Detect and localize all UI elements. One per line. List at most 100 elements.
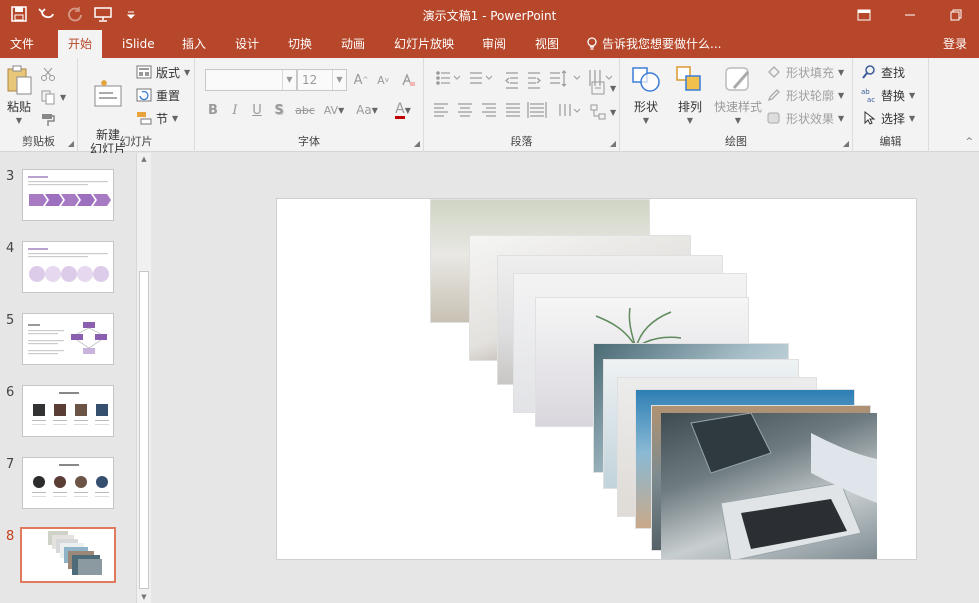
ribbon-display-options-icon[interactable] [841,0,887,30]
slide-number: 4 [6,241,15,256]
clipboard-group-label: 剪贴板 [22,135,55,148]
paste-dropdown-icon[interactable]: ▼ [4,114,34,128]
quick-styles-button[interactable]: 快速样式 ▼ [712,64,764,128]
scissors-icon [41,67,55,81]
tell-me-box[interactable]: 告诉我您想要做什么... [586,30,721,58]
ribbon-tabs: 文件 开始 iSlide 插入 设计 切换 动画 幻灯片放映 审阅 视图 告诉我… [0,30,979,58]
tab-file[interactable]: 文件 [0,30,44,58]
tab-insert[interactable]: 插入 [172,30,216,58]
clear-formatting-icon [402,73,415,86]
shrink-font-icon: A [377,73,385,87]
font-name-combo[interactable]: ▼ [205,69,297,91]
editing-group-label: 编辑 [879,135,902,148]
lightbulb-icon [587,37,597,50]
font-launcher-icon[interactable]: ◢ [414,139,420,148]
new-slide-icon [94,80,122,107]
drawing-launcher-icon[interactable]: ◢ [843,139,849,148]
format-painter-button[interactable] [40,110,56,130]
tab-slideshow[interactable]: 幻灯片放映 [384,30,464,58]
text-shadow-button[interactable]: S [270,100,288,120]
align-text-button[interactable]: ▼ [590,78,616,98]
strikethrough-button[interactable]: abc [292,100,318,120]
window-controls [841,0,979,30]
shape-outline-label: 形状轮廓 [786,88,835,103]
bold-button[interactable]: B [204,100,222,120]
replace-label: 替换 [881,88,906,103]
slide-number: 3 [6,169,15,184]
tab-review[interactable]: 审阅 [472,30,516,58]
thumbnail-scrollbar[interactable]: ▲ ▼ [136,153,151,603]
shrink-font-button[interactable]: Av [374,70,392,90]
tab-animations[interactable]: 动画 [331,30,375,58]
shape-outline-button[interactable]: 形状轮廓 ▼ [766,85,844,105]
font-group-label: 字体 [298,135,320,148]
paste-label: 粘贴 [6,100,31,114]
svg-text:ab: ab [861,88,870,96]
section-button[interactable]: 节 ▼ [136,108,178,128]
section-label: 节 [156,111,169,126]
collapse-ribbon-icon[interactable]: ^ [965,137,973,147]
shape-effects-button[interactable]: 形状效果 ▼ [766,108,844,128]
align-text-icon [591,81,605,95]
slide-thumbnails-panel: 3 4 5 6 7 8 [0,153,152,603]
convert-smartart-button[interactable]: ▼ [590,102,616,122]
photo-laptops-handshake[interactable] [661,412,877,559]
copy-button[interactable]: ▼ [40,87,66,107]
sign-in-link[interactable]: 登录 [943,30,967,58]
layout-button[interactable]: 版式 ▼ [136,62,190,82]
reset-label: 重置 [156,88,181,103]
editing-group: 查找 ab ac 替换 ▼ 选择 ▼ 编辑 [853,58,929,152]
window-title: 演示文稿1 - PowerPoint [422,9,557,23]
change-case-button[interactable]: Aa ▼ [351,100,383,120]
shape-effects-icon [767,112,780,124]
paragraph-launcher-icon[interactable]: ◢ [610,139,616,148]
paste-button[interactable]: 粘贴 ▼ [4,64,34,128]
font-color-button[interactable]: A ▼ [389,100,417,120]
character-spacing-button[interactable]: AV ▼ [319,100,349,120]
scroll-up-icon[interactable]: ▲ [137,153,151,165]
grow-font-button[interactable]: A ^ [352,70,370,90]
select-button[interactable]: 选择 ▼ [861,108,915,128]
slide-number: 8 [6,529,15,544]
arrange-button[interactable]: 排列 ▼ [670,64,710,128]
paragraph-group: ▼ ▼ 段落 ◢ [424,58,620,152]
scroll-down-icon[interactable]: ▼ [137,591,151,603]
font-color-icon: A [395,100,405,119]
find-label: 查找 [881,65,906,80]
drawing-group: 形状 ▼ 排列 ▼ 快速样式 ▼ 形状填充 ▼ 形状轮廓 ▼ 形状效果 ▼ 绘图 ◢ [620,58,853,152]
tab-transitions[interactable]: 切换 [278,30,322,58]
slide-preview [22,241,114,293]
clear-formatting-button[interactable] [398,70,418,90]
font-group: ▼ 12 ▼ A ^ Av B I U S abc AV ▼ Aa ▼ A ▼ 字体 ◢ [195,58,424,152]
scrollbar-thumb[interactable] [139,271,149,589]
tab-islide[interactable]: iSlide [112,30,165,58]
clipboard-launcher-icon[interactable]: ◢ [68,139,74,148]
shape-fill-button[interactable]: 形状填充 ▼ [766,62,844,82]
slide-canvas[interactable] [276,198,917,560]
restore-icon[interactable] [933,0,979,30]
smartart-icon [590,104,606,120]
shapes-button[interactable]: 形状 ▼ [626,64,666,128]
slide-preview [22,385,114,437]
drawing-group-label: 绘图 [725,135,747,148]
reset-button[interactable]: 重置 [136,85,180,105]
shapes-icon [632,67,660,92]
tab-view[interactable]: 视图 [525,30,569,58]
font-size-dropdown-icon[interactable]: ▼ [332,70,346,90]
font-size-combo[interactable]: 12 ▼ [297,69,347,91]
format-painter-icon [42,114,55,126]
clipboard-group: 粘贴 ▼ ▼ 剪贴板 ◢ [0,58,78,152]
search-icon [862,65,875,79]
italic-button[interactable]: I [226,100,244,120]
find-button[interactable]: 查找 [861,62,905,82]
layout-icon [136,65,152,79]
slides-group-label: 幻灯片 [119,135,153,148]
slide-preview [22,169,114,221]
replace-button[interactable]: ab ac 替换 ▼ [861,85,915,105]
tab-home[interactable]: 开始 [58,30,103,58]
font-name-dropdown-icon[interactable]: ▼ [282,70,296,90]
underline-button[interactable]: U [248,100,266,120]
minimize-icon[interactable] [887,0,933,30]
cut-button[interactable] [40,64,56,84]
tab-design[interactable]: 设计 [225,30,269,58]
